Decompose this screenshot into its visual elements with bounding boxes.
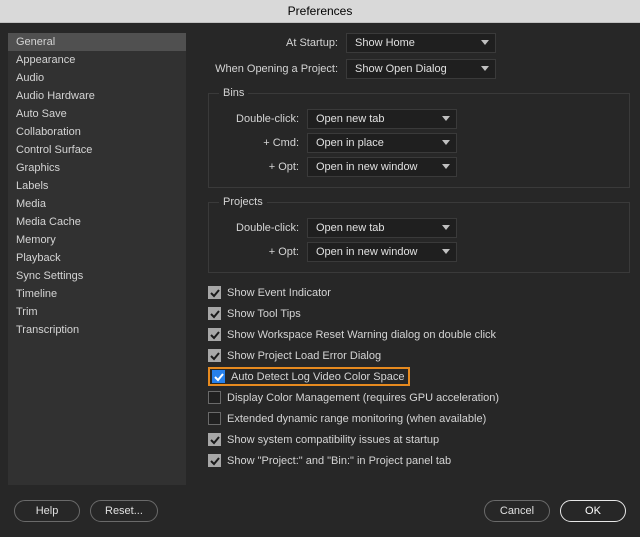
sidebar-item-graphics[interactable]: Graphics bbox=[8, 159, 186, 177]
startup-label: At Startup: bbox=[208, 37, 338, 49]
check-row: Auto Detect Log Video Color Space bbox=[208, 367, 630, 386]
ok-button[interactable]: OK bbox=[560, 500, 626, 522]
projects-legend: Projects bbox=[219, 196, 267, 208]
check-row: Show Event Indicator bbox=[208, 283, 630, 302]
projects-opt-value: Open in new window bbox=[316, 246, 418, 258]
check-row: Extended dynamic range monitoring (when … bbox=[208, 409, 630, 428]
sidebar: GeneralAppearanceAudioAudio HardwareAuto… bbox=[8, 33, 186, 485]
open-project-select[interactable]: Show Open Dialog bbox=[346, 59, 496, 79]
chevron-down-icon bbox=[442, 224, 450, 232]
checkbox-label: Show Event Indicator bbox=[227, 287, 331, 299]
open-project-label: When Opening a Project: bbox=[208, 63, 338, 75]
chevron-down-icon bbox=[442, 115, 450, 123]
checkbox-label: Auto Detect Log Video Color Space bbox=[231, 371, 404, 383]
highlighted-option: Auto Detect Log Video Color Space bbox=[208, 367, 410, 386]
sidebar-item-timeline[interactable]: Timeline bbox=[8, 285, 186, 303]
main-panel: At Startup: Show Home When Opening a Pro… bbox=[192, 33, 630, 485]
checkbox[interactable] bbox=[208, 307, 221, 320]
bins-cmd-select[interactable]: Open in place bbox=[307, 133, 457, 153]
sidebar-item-general[interactable]: General bbox=[8, 33, 186, 51]
check-icon bbox=[210, 309, 220, 319]
checkbox[interactable] bbox=[208, 433, 221, 446]
window-body: GeneralAppearanceAudioAudio HardwareAuto… bbox=[0, 23, 640, 491]
startup-select[interactable]: Show Home bbox=[346, 33, 496, 53]
sidebar-item-memory[interactable]: Memory bbox=[8, 231, 186, 249]
check-row: Show Workspace Reset Warning dialog on d… bbox=[208, 325, 630, 344]
checkbox-label: Show Project Load Error Dialog bbox=[227, 350, 381, 362]
checkbox-label: Show "Project:" and "Bin:" in Project pa… bbox=[227, 455, 451, 467]
sidebar-item-labels[interactable]: Labels bbox=[8, 177, 186, 195]
checkbox[interactable] bbox=[208, 412, 221, 425]
chevron-down-icon bbox=[481, 65, 489, 73]
projects-group: Projects Double-click: Open new tab + Op… bbox=[208, 196, 630, 273]
checkbox-label: Show Tool Tips bbox=[227, 308, 301, 320]
startup-row: At Startup: Show Home bbox=[208, 33, 630, 53]
projects-doubleclick-value: Open new tab bbox=[316, 222, 385, 234]
window-title: Preferences bbox=[0, 0, 640, 23]
checkbox[interactable] bbox=[208, 328, 221, 341]
checkbox-label: Show Workspace Reset Warning dialog on d… bbox=[227, 329, 496, 341]
cancel-button[interactable]: Cancel bbox=[484, 500, 550, 522]
sidebar-item-audio-hardware[interactable]: Audio Hardware bbox=[8, 87, 186, 105]
check-icon bbox=[210, 351, 220, 361]
chevron-down-icon bbox=[442, 139, 450, 147]
check-icon bbox=[210, 288, 220, 298]
checkbox[interactable] bbox=[208, 454, 221, 467]
bins-opt-value: Open in new window bbox=[316, 161, 418, 173]
checkbox[interactable] bbox=[208, 391, 221, 404]
check-row: Show system compatibility issues at star… bbox=[208, 430, 630, 449]
check-row: Display Color Management (requires GPU a… bbox=[208, 388, 630, 407]
sidebar-item-transcription[interactable]: Transcription bbox=[8, 321, 186, 339]
check-row: Show "Project:" and "Bin:" in Project pa… bbox=[208, 451, 630, 470]
chevron-down-icon bbox=[481, 39, 489, 47]
sidebar-item-appearance[interactable]: Appearance bbox=[8, 51, 186, 69]
sidebar-item-media[interactable]: Media bbox=[8, 195, 186, 213]
check-icon bbox=[210, 330, 220, 340]
startup-value: Show Home bbox=[355, 37, 415, 49]
check-icon bbox=[214, 372, 224, 382]
bins-doubleclick-label: Double-click: bbox=[219, 113, 299, 125]
sidebar-item-sync-settings[interactable]: Sync Settings bbox=[8, 267, 186, 285]
reset-button[interactable]: Reset... bbox=[90, 500, 158, 522]
bins-legend: Bins bbox=[219, 87, 248, 99]
sidebar-item-trim[interactable]: Trim bbox=[8, 303, 186, 321]
help-button[interactable]: Help bbox=[14, 500, 80, 522]
check-icon bbox=[210, 456, 220, 466]
check-row: Show Project Load Error Dialog bbox=[208, 346, 630, 365]
check-icon bbox=[210, 435, 220, 445]
sidebar-item-control-surface[interactable]: Control Surface bbox=[8, 141, 186, 159]
chevron-down-icon bbox=[442, 163, 450, 171]
sidebar-item-media-cache[interactable]: Media Cache bbox=[8, 213, 186, 231]
checkbox-label: Display Color Management (requires GPU a… bbox=[227, 392, 499, 404]
bins-opt-label: + Opt: bbox=[219, 161, 299, 173]
sidebar-item-audio[interactable]: Audio bbox=[8, 69, 186, 87]
open-project-value: Show Open Dialog bbox=[355, 63, 447, 75]
footer: Help Reset... Cancel OK bbox=[0, 491, 640, 537]
sidebar-item-playback[interactable]: Playback bbox=[8, 249, 186, 267]
checkbox[interactable] bbox=[208, 286, 221, 299]
chevron-down-icon bbox=[442, 248, 450, 256]
checkbox-label: Show system compatibility issues at star… bbox=[227, 434, 439, 446]
projects-opt-select[interactable]: Open in new window bbox=[307, 242, 457, 262]
sidebar-item-collaboration[interactable]: Collaboration bbox=[8, 123, 186, 141]
projects-doubleclick-label: Double-click: bbox=[219, 222, 299, 234]
bins-doubleclick-select[interactable]: Open new tab bbox=[307, 109, 457, 129]
sidebar-item-auto-save[interactable]: Auto Save bbox=[8, 105, 186, 123]
preferences-window: Preferences GeneralAppearanceAudioAudio … bbox=[0, 0, 640, 537]
bins-opt-select[interactable]: Open in new window bbox=[307, 157, 457, 177]
bins-group: Bins Double-click: Open new tab + Cmd: O… bbox=[208, 87, 630, 188]
projects-doubleclick-select[interactable]: Open new tab bbox=[307, 218, 457, 238]
projects-opt-label: + Opt: bbox=[219, 246, 299, 258]
bins-cmd-value: Open in place bbox=[316, 137, 384, 149]
bins-cmd-label: + Cmd: bbox=[219, 137, 299, 149]
open-project-row: When Opening a Project: Show Open Dialog bbox=[208, 59, 630, 79]
check-row: Show Tool Tips bbox=[208, 304, 630, 323]
checkbox-label: Extended dynamic range monitoring (when … bbox=[227, 413, 486, 425]
checkbox-list: Show Event Indicator Show Tool Tips Show W… bbox=[208, 283, 630, 470]
bins-doubleclick-value: Open new tab bbox=[316, 113, 385, 125]
checkbox[interactable] bbox=[212, 370, 225, 383]
checkbox[interactable] bbox=[208, 349, 221, 362]
